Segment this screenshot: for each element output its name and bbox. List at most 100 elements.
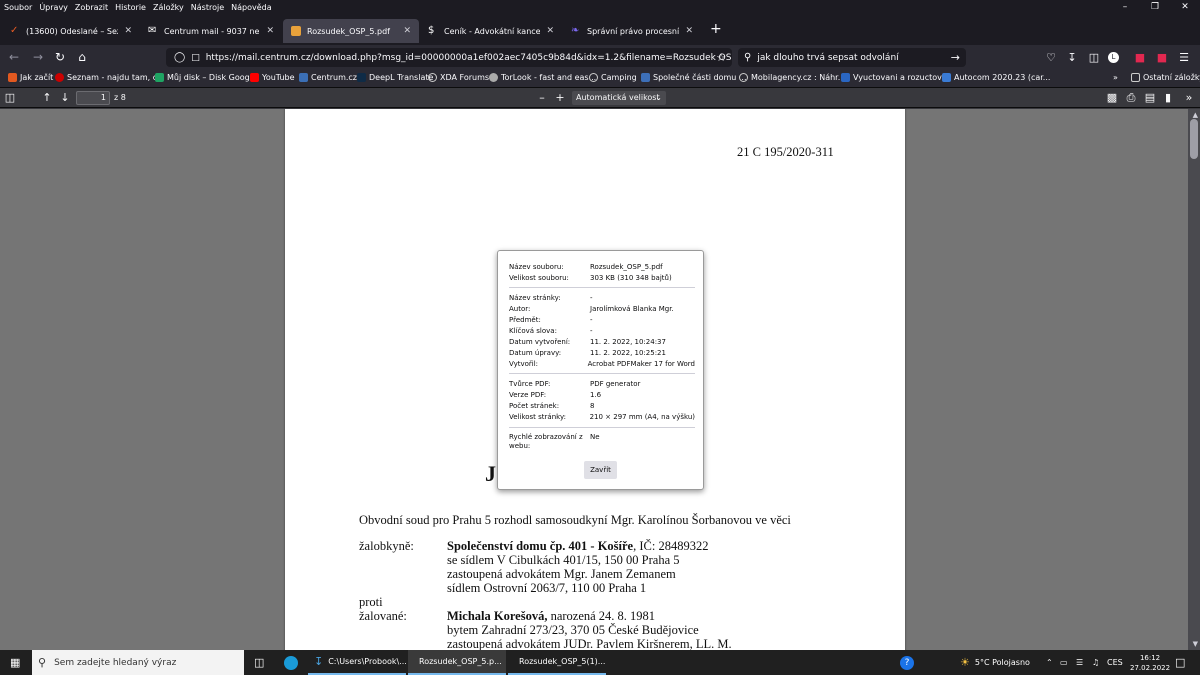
close-dialog-button[interactable]: Zavřít xyxy=(584,461,617,479)
plaintiff-line3: zastoupená advokátem Mgr. Janem Zemanem xyxy=(447,567,676,581)
page-number-input[interactable]: 1 xyxy=(76,91,110,105)
edge-icon[interactable] xyxy=(284,650,298,675)
bookmark-item[interactable]: Autocom 2020.23 (car... xyxy=(942,73,1050,82)
clock[interactable]: 16:12 27.02.2022 xyxy=(1130,650,1170,675)
bookmark-item[interactable]: Seznam - najdu tam, c... xyxy=(55,73,165,82)
google-drive-icon xyxy=(155,73,164,82)
menu-zobrazit[interactable]: Zobrazit xyxy=(75,3,108,12)
tab-rozsudek-pdf[interactable]: Rozsudek_OSP_5.pdf ✕ xyxy=(283,19,419,43)
scroll-up-icon[interactable]: ▲ xyxy=(1193,111,1198,119)
close-tab-icon[interactable]: ✕ xyxy=(266,26,274,36)
shield-icon[interactable]: ◯ xyxy=(174,52,185,63)
zoom-select[interactable]: Automatická velikost ⌄ xyxy=(572,91,666,105)
sidebar-icon[interactable]: ◫ xyxy=(1086,50,1102,65)
centrum-mail-icon: ✉ xyxy=(148,25,157,36)
close-tab-icon[interactable]: ✕ xyxy=(124,26,132,36)
bookmark-item[interactable]: Camping xyxy=(589,73,637,82)
new-tab-icon[interactable]: + xyxy=(710,21,722,37)
defendant-line2: bytem Zahradní 273/23, 370 05 České Budě… xyxy=(447,623,699,637)
next-page-icon[interactable]: ↓ xyxy=(58,90,72,105)
volume-icon[interactable]: ♫ xyxy=(1092,650,1099,675)
divider xyxy=(509,427,695,428)
tab-seznam-email[interactable]: ✓ (13600) Odeslané – Seznam Em ✕ xyxy=(2,19,140,43)
back-icon[interactable]: ← xyxy=(6,50,22,65)
globe-icon xyxy=(739,73,748,82)
tab-cenik[interactable]: $ Ceník - Advokátní kancelář ✕ xyxy=(420,19,562,43)
tab-centrum-mail[interactable]: ✉ Centrum mail - 9037 nepřečten ✕ xyxy=(140,19,282,43)
bookmark-item[interactable]: Vyuctovani a rozuctov... xyxy=(841,73,949,82)
save-icon[interactable]: ▤ xyxy=(1143,90,1157,105)
home-icon[interactable]: ⌂ xyxy=(74,50,90,65)
close-tab-icon[interactable]: ✕ xyxy=(685,26,693,36)
zoom-in-icon[interactable]: + xyxy=(553,90,567,105)
menu-upravy[interactable]: Úpravy xyxy=(39,3,68,12)
notifications-icon[interactable]: □ xyxy=(1175,650,1185,675)
task-view-icon[interactable]: ◫ xyxy=(254,650,264,675)
prop-row: Datum vytvoření: 11. 2. 2022, 10:24:37 xyxy=(509,338,666,346)
network-icon[interactable]: ☰ xyxy=(1076,650,1083,675)
bookmark-item[interactable]: DeepL Translate xyxy=(357,73,433,82)
prop-row-continued: webu: xyxy=(509,442,531,450)
bookmark-item[interactable]: Můj disk – Disk Google xyxy=(155,73,257,82)
scroll-down-icon[interactable]: ▼ xyxy=(1193,640,1198,648)
windows-start-icon[interactable]: ▦ xyxy=(10,650,20,675)
minimize-icon[interactable]: – xyxy=(1110,0,1140,15)
language-indicator[interactable]: CES xyxy=(1107,650,1123,675)
taskbar-search-input[interactable]: ⚲ Sem zadejte hledaný výraz xyxy=(32,650,244,675)
bookmark-item[interactable]: XDA Forums xyxy=(428,73,489,82)
taskbar-app-firefox[interactable]: Rozsudek_OSP_5.p... xyxy=(408,650,506,675)
lock-icon[interactable]: □ xyxy=(191,53,200,63)
viewer-scrollbar[interactable]: ▲ ▼ xyxy=(1188,109,1200,650)
bookmark-item[interactable]: TorLook - fast and eas... xyxy=(489,73,596,82)
search-go-icon[interactable]: → xyxy=(951,51,960,64)
help-icon[interactable]: ? xyxy=(900,650,914,675)
bookmark-item[interactable]: Jak začít xyxy=(8,73,53,82)
other-bookmarks[interactable]: Ostatní záložky xyxy=(1131,73,1200,82)
reload-icon[interactable]: ↻ xyxy=(52,50,68,65)
toggle-sidebar-icon[interactable]: ◫ xyxy=(3,90,17,105)
battery-icon[interactable]: ▭ xyxy=(1060,650,1068,675)
taskbar-app-downloads[interactable]: ↧ C:\Users\Probook\... xyxy=(308,650,407,675)
bookmark-item[interactable]: Mobilagency.cz : Náhr... xyxy=(739,73,845,82)
scroll-thumb[interactable] xyxy=(1190,119,1198,159)
ublock-icon[interactable]: ■ xyxy=(1132,50,1148,65)
menu-nastroje[interactable]: Nástroje xyxy=(191,3,224,12)
tab-spravni-pravo[interactable]: ❧ Správní právo procesní – nad ú ✕ xyxy=(563,19,701,43)
taskbar-app-acrobat[interactable]: Rozsudek_OSP_5(1)... xyxy=(508,650,606,675)
menu-napoveda[interactable]: Nápověda xyxy=(231,3,272,12)
search-input[interactable]: ⚲ jak dlouho trvá sepsat odvolání → xyxy=(738,48,966,67)
presentation-mode-icon[interactable]: ▩ xyxy=(1105,90,1119,105)
print-icon[interactable]: ⎙ xyxy=(1124,90,1138,105)
menu-soubor[interactable]: Soubor xyxy=(4,3,32,12)
tools-overflow-icon[interactable]: » xyxy=(1182,90,1196,105)
autocom-icon xyxy=(942,73,951,82)
close-window-icon[interactable]: ✕ xyxy=(1170,0,1200,15)
downloads-icon[interactable]: ↧ xyxy=(1064,50,1080,65)
tray-overflow-icon[interactable]: ⌃ xyxy=(1046,650,1053,675)
restore-icon[interactable]: ❐ xyxy=(1140,0,1170,15)
pocket-icon[interactable]: ♡ xyxy=(1043,50,1059,65)
search-text[interactable]: jak dlouho trvá sepsat odvolání xyxy=(757,53,898,63)
bookmark-item[interactable]: Centrum.cz xyxy=(299,73,357,82)
bookmark-item[interactable]: Společné části domu ... xyxy=(641,73,747,82)
url-bar[interactable]: ◯ □ https://mail.centrum.cz/download.php… xyxy=(166,48,732,67)
bookmark-star-icon[interactable]: ☆ xyxy=(716,51,726,64)
menu-historie[interactable]: Historie xyxy=(115,3,146,12)
close-tab-icon[interactable]: ✕ xyxy=(403,26,411,36)
url-text[interactable]: https://mail.centrum.cz/download.php?msg… xyxy=(206,53,732,63)
bookmark-icon[interactable]: ▮ xyxy=(1161,90,1175,105)
menu-zalozky[interactable]: Záložky xyxy=(153,3,184,12)
previous-page-icon[interactable]: ↑ xyxy=(40,90,54,105)
bookmark-item[interactable]: YouTube xyxy=(250,73,295,82)
pdf-toolbar: ◫ ↑ ↓ 1 z 8 – + Automatická velikost ⌄ ▩… xyxy=(0,88,1200,108)
account-icon[interactable]: L xyxy=(1108,52,1119,63)
bookmarks-overflow-icon[interactable]: » xyxy=(1113,73,1118,82)
close-tab-icon[interactable]: ✕ xyxy=(546,26,554,36)
weather-widget[interactable]: ☀ 5°C Polojasno xyxy=(960,650,1030,675)
search-icon: ⚲ xyxy=(38,656,47,669)
zoom-out-icon[interactable]: – xyxy=(535,90,549,105)
page-heading-fragment: J xyxy=(485,461,496,486)
forward-icon[interactable]: → xyxy=(30,50,46,65)
extension-icon[interactable]: ■ xyxy=(1154,50,1170,65)
hamburger-menu-icon[interactable]: ☰ xyxy=(1176,50,1192,65)
